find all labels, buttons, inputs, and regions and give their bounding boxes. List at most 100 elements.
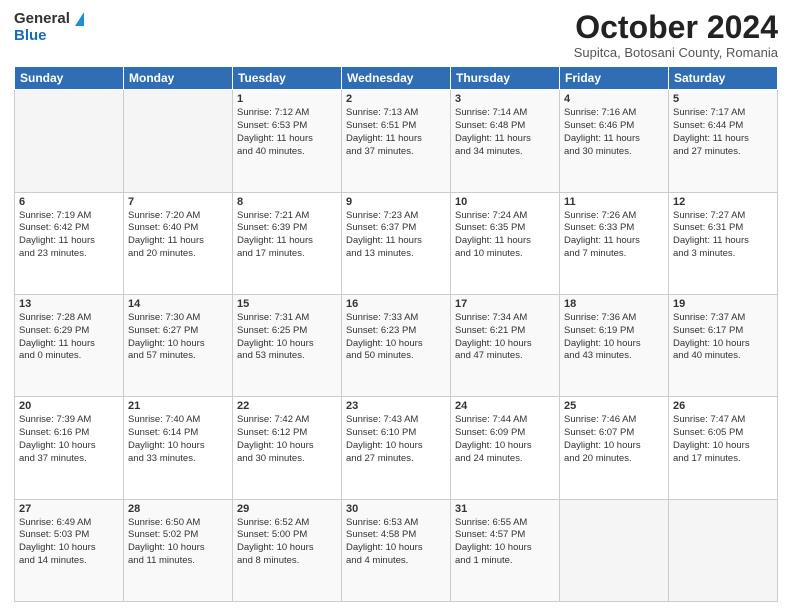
day-cell: 12Sunrise: 7:27 AM Sunset: 6:31 PM Dayli… [669, 192, 778, 294]
day-cell [560, 499, 669, 601]
day-cell: 18 Sunrise: 7:36 AM Sunset: 6:19 PM Dayli… [560, 294, 669, 396]
day-cell: 25 Sunrise: 7:46 AM Sunset: 6:07 PM Dayli… [560, 397, 669, 499]
day-cell [669, 499, 778, 601]
day-cell: 8Sunrise: 7:21 AM Sunset: 6:39 PM Daylig… [233, 192, 342, 294]
day-cell: 30 Sunrise: 6:53 AM Sunset: 4:58 PM Dayli… [342, 499, 451, 601]
day-number: 29 [237, 503, 337, 515]
day-info: Sunrise: 7:12 AM Sunset: 6:53 PM Dayligh… [237, 107, 337, 158]
day-info: Sunrise: 7:44 AM Sunset: 6:09 PM Dayligh… [455, 414, 555, 465]
day-cell: 13 Sunrise: 7:28 AM Sunset: 6:29 PM Dayli… [15, 294, 124, 396]
day-info: Sunrise: 7:42 AM Sunset: 6:12 PM Dayligh… [237, 414, 337, 465]
day-cell: 1 Sunrise: 7:12 AM Sunset: 6:53 PM Daylig… [233, 90, 342, 192]
day-info: Sunrise: 7:26 AM Sunset: 6:33 PM Dayligh… [564, 210, 664, 261]
day-number: 18 [564, 298, 664, 310]
day-info: Sunrise: 7:40 AM Sunset: 6:14 PM Dayligh… [128, 414, 228, 465]
day-info: Sunrise: 7:20 AM Sunset: 6:40 PM Dayligh… [128, 210, 228, 261]
day-cell: 15 Sunrise: 7:31 AM Sunset: 6:25 PM Dayli… [233, 294, 342, 396]
col-header-saturday: Saturday [669, 67, 778, 90]
day-number: 27 [19, 503, 119, 515]
day-cell: 20 Sunrise: 7:39 AM Sunset: 6:16 PM Dayli… [15, 397, 124, 499]
day-cell: 31Sunrise: 6:55 AM Sunset: 4:57 PM Dayli… [451, 499, 560, 601]
day-cell: 5Sunrise: 7:17 AM Sunset: 6:44 PM Daylig… [669, 90, 778, 192]
title-section: October 2024 Supitca, Botosani County, R… [574, 10, 778, 60]
day-info: Sunrise: 7:24 AM Sunset: 6:35 PM Dayligh… [455, 210, 555, 261]
day-cell [124, 90, 233, 192]
col-header-sunday: Sunday [15, 67, 124, 90]
day-info: Sunrise: 7:31 AM Sunset: 6:25 PM Dayligh… [237, 312, 337, 363]
day-cell: 19 Sunrise: 7:37 AM Sunset: 6:17 PM Dayli… [669, 294, 778, 396]
day-cell: 6 Sunrise: 7:19 AM Sunset: 6:42 PM Daylig… [15, 192, 124, 294]
day-info: Sunrise: 7:23 AM Sunset: 6:37 PM Dayligh… [346, 210, 446, 261]
day-cell: 26 Sunrise: 7:47 AM Sunset: 6:05 PM Dayli… [669, 397, 778, 499]
day-number: 6 [19, 196, 119, 208]
col-header-monday: Monday [124, 67, 233, 90]
col-header-tuesday: Tuesday [233, 67, 342, 90]
col-header-wednesday: Wednesday [342, 67, 451, 90]
month-title: October 2024 [574, 10, 778, 45]
day-info: Sunrise: 7:47 AM Sunset: 6:05 PM Dayligh… [673, 414, 773, 465]
day-number: 13 [19, 298, 119, 310]
day-cell: 7 Sunrise: 7:20 AM Sunset: 6:40 PM Daylig… [124, 192, 233, 294]
day-number: 21 [128, 400, 228, 412]
day-number: 14 [128, 298, 228, 310]
day-info: Sunrise: 7:17 AM Sunset: 6:44 PM Dayligh… [673, 107, 773, 158]
day-number: 30 [346, 503, 446, 515]
day-number: 20 [19, 400, 119, 412]
day-number: 31 [455, 503, 555, 515]
logo-icon [75, 12, 84, 26]
day-info: Sunrise: 6:53 AM Sunset: 4:58 PM Dayligh… [346, 517, 446, 568]
day-cell: 14 Sunrise: 7:30 AM Sunset: 6:27 PM Dayli… [124, 294, 233, 396]
header-row: SundayMondayTuesdayWednesdayThursdayFrid… [15, 67, 778, 90]
day-info: Sunrise: 7:27 AM Sunset: 6:31 PM Dayligh… [673, 210, 773, 261]
day-number: 9 [346, 196, 446, 208]
day-info: Sunrise: 7:30 AM Sunset: 6:27 PM Dayligh… [128, 312, 228, 363]
logo: General Blue [14, 10, 84, 44]
calendar: SundayMondayTuesdayWednesdayThursdayFrid… [14, 66, 778, 602]
day-cell: 9 Sunrise: 7:23 AM Sunset: 6:37 PM Daylig… [342, 192, 451, 294]
day-info: Sunrise: 7:37 AM Sunset: 6:17 PM Dayligh… [673, 312, 773, 363]
day-cell: 24 Sunrise: 7:44 AM Sunset: 6:09 PM Dayli… [451, 397, 560, 499]
page: General Blue October 2024 Supitca, Botos… [0, 0, 792, 612]
week-row-1: 1 Sunrise: 7:12 AM Sunset: 6:53 PM Daylig… [15, 90, 778, 192]
day-info: Sunrise: 6:49 AM Sunset: 5:03 PM Dayligh… [19, 517, 119, 568]
day-info: Sunrise: 6:50 AM Sunset: 5:02 PM Dayligh… [128, 517, 228, 568]
day-info: Sunrise: 7:19 AM Sunset: 6:42 PM Dayligh… [19, 210, 119, 261]
day-number: 15 [237, 298, 337, 310]
week-row-2: 6 Sunrise: 7:19 AM Sunset: 6:42 PM Daylig… [15, 192, 778, 294]
day-number: 22 [237, 400, 337, 412]
day-number: 28 [128, 503, 228, 515]
day-number: 10 [455, 196, 555, 208]
day-cell: 4Sunrise: 7:16 AM Sunset: 6:46 PM Daylig… [560, 90, 669, 192]
col-header-friday: Friday [560, 67, 669, 90]
day-info: Sunrise: 7:13 AM Sunset: 6:51 PM Dayligh… [346, 107, 446, 158]
day-info: Sunrise: 7:43 AM Sunset: 6:10 PM Dayligh… [346, 414, 446, 465]
day-number: 11 [564, 196, 664, 208]
day-number: 7 [128, 196, 228, 208]
day-info: Sunrise: 7:28 AM Sunset: 6:29 PM Dayligh… [19, 312, 119, 363]
logo-blue: Blue [14, 27, 47, 44]
day-number: 19 [673, 298, 773, 310]
header: General Blue October 2024 Supitca, Botos… [14, 10, 778, 60]
day-cell: 16 Sunrise: 7:33 AM Sunset: 6:23 PM Dayli… [342, 294, 451, 396]
day-cell: 2 Sunrise: 7:13 AM Sunset: 6:51 PM Daylig… [342, 90, 451, 192]
subtitle: Supitca, Botosani County, Romania [574, 45, 778, 60]
day-cell [15, 90, 124, 192]
day-cell: 29Sunrise: 6:52 AM Sunset: 5:00 PM Dayli… [233, 499, 342, 601]
day-info: Sunrise: 7:21 AM Sunset: 6:39 PM Dayligh… [237, 210, 337, 261]
day-number: 25 [564, 400, 664, 412]
day-info: Sunrise: 7:33 AM Sunset: 6:23 PM Dayligh… [346, 312, 446, 363]
day-info: Sunrise: 7:46 AM Sunset: 6:07 PM Dayligh… [564, 414, 664, 465]
day-info: Sunrise: 7:34 AM Sunset: 6:21 PM Dayligh… [455, 312, 555, 363]
col-header-thursday: Thursday [451, 67, 560, 90]
week-row-5: 27 Sunrise: 6:49 AM Sunset: 5:03 PM Dayli… [15, 499, 778, 601]
day-number: 26 [673, 400, 773, 412]
day-info: Sunrise: 7:36 AM Sunset: 6:19 PM Dayligh… [564, 312, 664, 363]
day-cell: 11 Sunrise: 7:26 AM Sunset: 6:33 PM Dayli… [560, 192, 669, 294]
day-number: 2 [346, 93, 446, 105]
logo-general: General [14, 10, 70, 27]
day-number: 1 [237, 93, 337, 105]
day-number: 16 [346, 298, 446, 310]
day-info: Sunrise: 7:39 AM Sunset: 6:16 PM Dayligh… [19, 414, 119, 465]
day-cell: 17Sunrise: 7:34 AM Sunset: 6:21 PM Dayli… [451, 294, 560, 396]
day-number: 24 [455, 400, 555, 412]
